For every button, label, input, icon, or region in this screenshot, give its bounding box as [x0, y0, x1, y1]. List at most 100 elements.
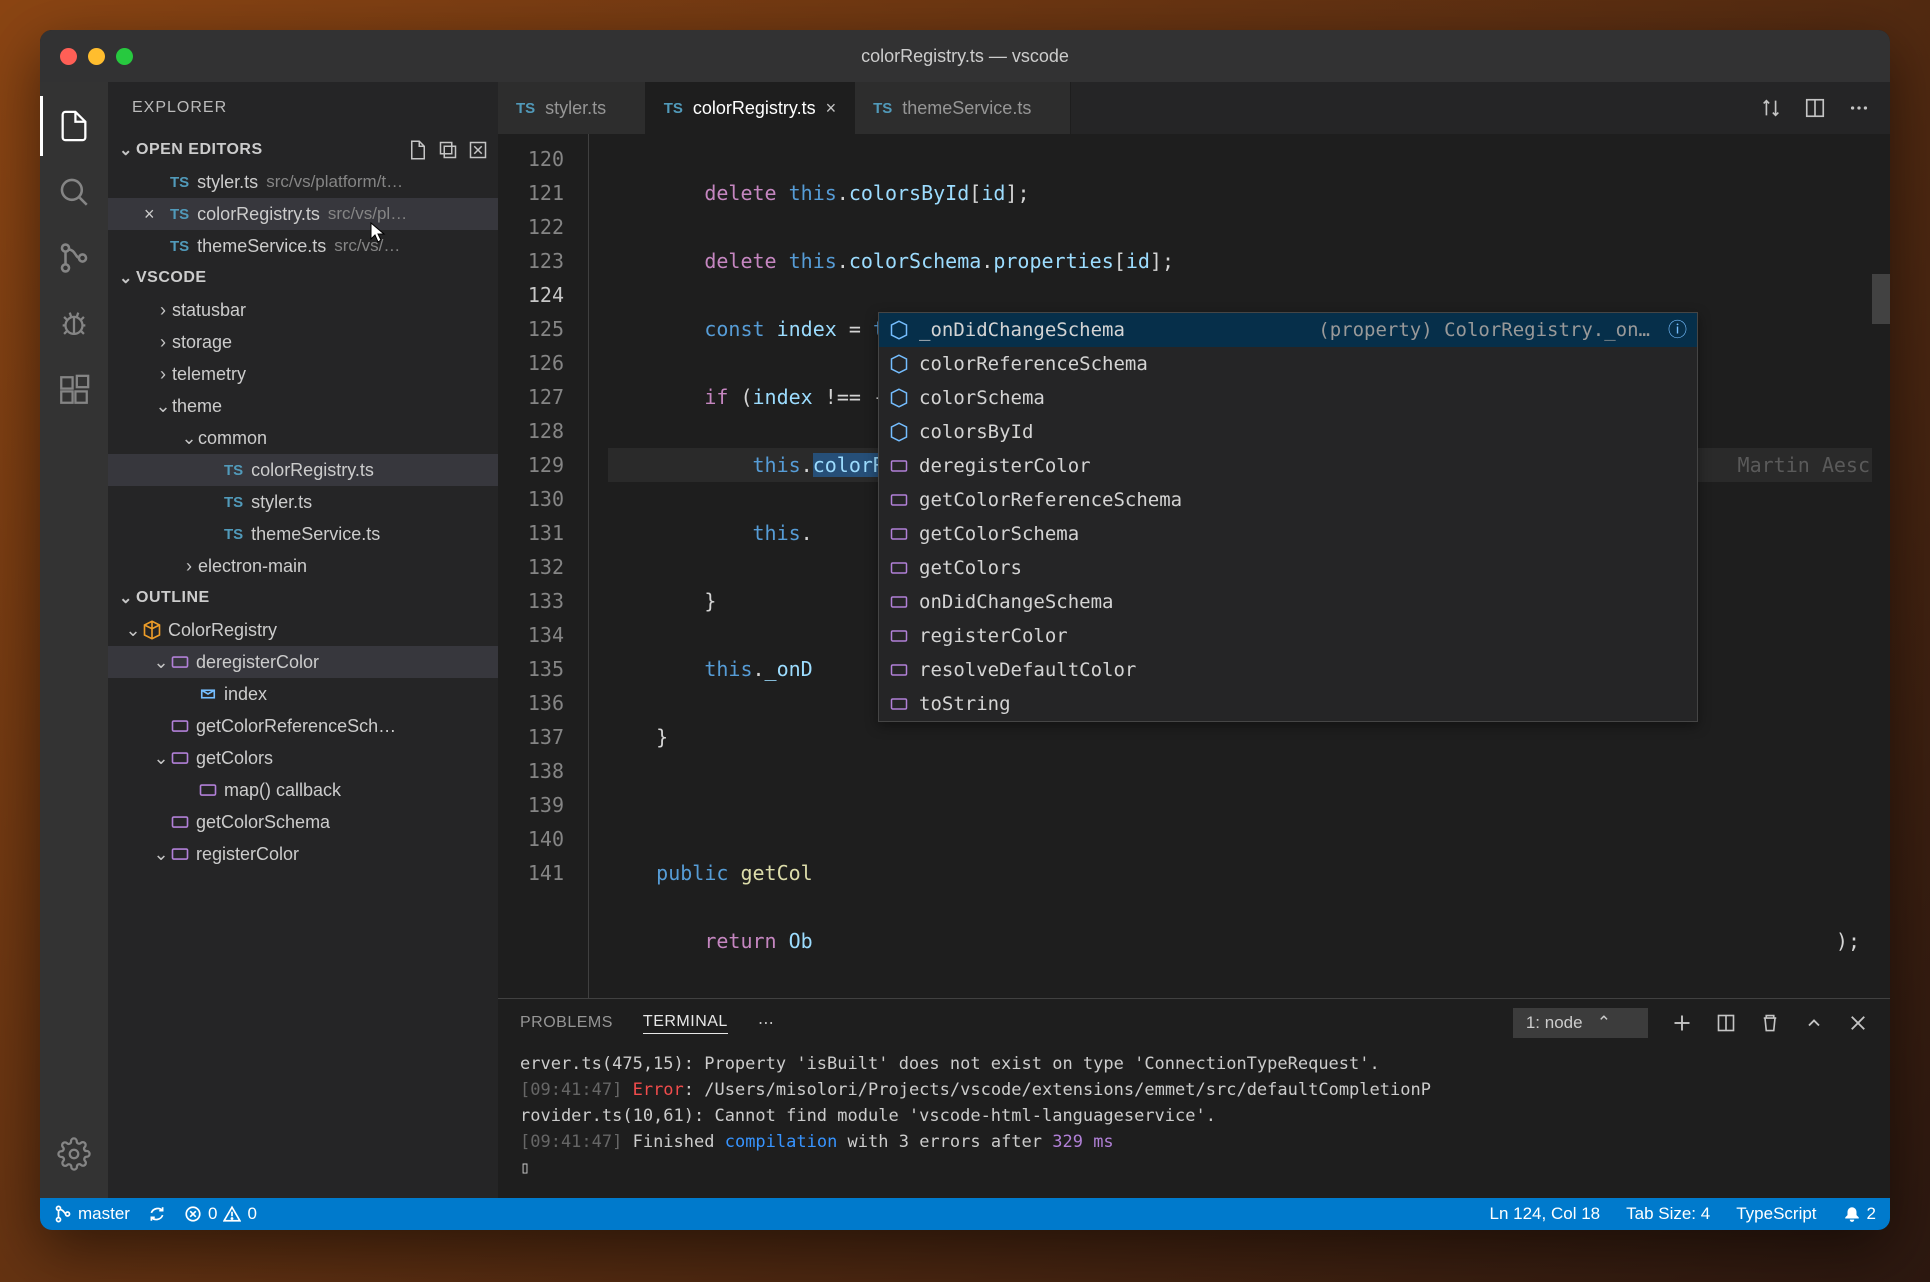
suggestion-item[interactable]: colorsById — [879, 415, 1697, 449]
outline-item[interactable]: getColorReferenceSch… — [108, 710, 498, 742]
folder-item[interactable]: ⌄common — [108, 422, 498, 454]
suggestion-item[interactable]: colorSchema — [879, 381, 1697, 415]
suggestion-item[interactable]: _onDidChangeSchema(property) ColorRegist… — [879, 313, 1697, 347]
suggestion-label: colorReferenceSchema — [919, 347, 1148, 381]
editor-tab[interactable]: TScolorRegistry.ts× — [646, 82, 855, 134]
more-icon[interactable]: ⋯ — [758, 1013, 774, 1033]
close-all-icon[interactable] — [468, 140, 488, 160]
field-icon — [889, 320, 909, 340]
editor-tab[interactable]: TSthemeService.ts× — [855, 82, 1071, 134]
panel-tab-bar: PROBLEMS TERMINAL ⋯ 1: node ⌃ — [498, 999, 1890, 1047]
editor-tab[interactable]: TSstyler.ts× — [498, 82, 646, 134]
problems-status[interactable]: 0 0 — [184, 1204, 257, 1224]
file-item[interactable]: TS colorRegistry.ts — [108, 454, 498, 486]
split-terminal-icon[interactable] — [1716, 1013, 1736, 1033]
suggestion-item[interactable]: registerColor — [879, 619, 1697, 653]
outline-item[interactable]: ⌄deregisterColor — [108, 646, 498, 678]
search-icon — [57, 175, 91, 209]
code-area[interactable]: delete this.colorsById[id]; delete this.… — [588, 134, 1890, 998]
open-editors-header[interactable]: ⌄ OPEN EDITORS — [108, 134, 498, 166]
search-activity[interactable] — [40, 162, 108, 222]
open-editor-item[interactable]: ×TScolorRegistry.tssrc/vs/pl… — [108, 198, 498, 230]
tab-size[interactable]: Tab Size: 4 — [1626, 1204, 1710, 1224]
outline-header[interactable]: ⌄ OUTLINE — [108, 582, 498, 614]
minimize-window-button[interactable] — [88, 48, 105, 65]
window-title: colorRegistry.ts — vscode — [861, 46, 1069, 67]
cursor-position[interactable]: Ln 124, Col 18 — [1490, 1204, 1601, 1224]
suggestion-item[interactable]: getColorSchema — [879, 517, 1697, 551]
tab-bar: TSstyler.ts×TScolorRegistry.ts×TSthemeSe… — [498, 82, 1890, 134]
tree-label: colorRegistry.ts — [251, 460, 374, 481]
folder-item[interactable]: ⌄theme — [108, 390, 498, 422]
file-item[interactable]: TSthemeService.ts — [108, 518, 498, 550]
suggestion-item[interactable]: getColors — [879, 551, 1697, 585]
folder-item[interactable]: ›storage — [108, 326, 498, 358]
save-all-icon[interactable] — [438, 140, 458, 160]
compare-icon[interactable] — [1760, 97, 1782, 119]
new-terminal-icon[interactable] — [1672, 1013, 1692, 1033]
notifications[interactable]: 2 — [1843, 1204, 1876, 1224]
zoom-window-button[interactable] — [116, 48, 133, 65]
app-window: colorRegistry.ts — vscode — [40, 30, 1890, 1230]
outline-item[interactable]: map() callback — [108, 774, 498, 806]
sync-button[interactable] — [148, 1205, 166, 1223]
close-icon[interactable]: × — [144, 204, 162, 225]
suggestion-item[interactable]: onDidChangeSchema — [879, 585, 1697, 619]
language-mode[interactable]: TypeScript — [1736, 1204, 1816, 1224]
scm-branch[interactable]: master — [54, 1204, 130, 1224]
suggestion-item[interactable]: colorReferenceSchema — [879, 347, 1697, 381]
suggestion-item[interactable]: deregisterColor — [879, 449, 1697, 483]
terminal-body[interactable]: erver.ts(475,15): Property 'isBuilt' doe… — [498, 1047, 1890, 1198]
suggestion-label: registerColor — [919, 619, 1068, 653]
new-file-icon[interactable] — [408, 140, 428, 160]
outline-item[interactable]: ⌄getColors — [108, 742, 498, 774]
folder-item[interactable]: ›electron-main — [108, 550, 498, 582]
folder-item[interactable]: ›statusbar — [108, 294, 498, 326]
tab-label: colorRegistry.ts — [693, 98, 816, 119]
minimap-slider[interactable] — [1872, 274, 1890, 324]
open-editor-item[interactable]: TSthemeService.tssrc/vs/… — [108, 230, 498, 262]
suggestion-item[interactable]: resolveDefaultColor — [879, 653, 1697, 687]
chevron-icon: ⌄ — [152, 748, 170, 769]
outline-item[interactable]: getColorSchema — [108, 806, 498, 838]
ts-badge-icon: TS — [224, 494, 243, 511]
extensions-activity[interactable] — [40, 360, 108, 420]
suggestion-item[interactable]: toString — [879, 687, 1697, 721]
outline-item[interactable]: ⌄registerColor — [108, 838, 498, 870]
sync-icon — [148, 1205, 166, 1223]
folder-item[interactable]: ›telemetry — [108, 358, 498, 390]
close-window-button[interactable] — [60, 48, 77, 65]
debug-activity[interactable] — [40, 294, 108, 354]
line-number: 123 — [498, 244, 564, 278]
file-path: src/vs/pl… — [328, 204, 407, 224]
ts-badge-icon: TS — [170, 238, 189, 255]
open-editor-item[interactable]: TSstyler.tssrc/vs/platform/t… — [108, 166, 498, 198]
suggestion-item[interactable]: getColorReferenceSchema — [879, 483, 1697, 517]
explorer-activity[interactable] — [40, 96, 108, 156]
tab-terminal[interactable]: TERMINAL — [643, 1013, 728, 1034]
close-tab-icon[interactable]: × — [826, 98, 837, 119]
settings-activity[interactable] — [40, 1124, 108, 1184]
info-icon[interactable]: ⓘ — [1668, 313, 1687, 347]
suggestion-widget[interactable]: _onDidChangeSchema(property) ColorRegist… — [878, 312, 1698, 722]
outline-item[interactable]: index — [108, 678, 498, 710]
outline-item[interactable]: ⌄ColorRegistry — [108, 614, 498, 646]
titlebar: colorRegistry.ts — vscode — [40, 30, 1890, 82]
branch-icon — [54, 1205, 72, 1223]
file-item[interactable]: TSstyler.ts — [108, 486, 498, 518]
extensions-icon — [57, 373, 91, 407]
kill-terminal-icon[interactable] — [1760, 1013, 1780, 1033]
sidebar: EXPLORER ⌄ OPEN EDITORS TSstyler.tssrc/v… — [108, 82, 498, 1198]
terminal-select[interactable]: 1: node ⌃ — [1513, 1008, 1648, 1038]
ts-badge-icon: TS — [224, 462, 243, 479]
minimap[interactable] — [1872, 134, 1890, 998]
workspace-header[interactable]: ⌄ VSCODE — [108, 262, 498, 294]
maximize-panel-icon[interactable] — [1804, 1013, 1824, 1033]
close-panel-icon[interactable] — [1848, 1013, 1868, 1033]
scm-activity[interactable] — [40, 228, 108, 288]
more-icon[interactable] — [1848, 97, 1870, 119]
code-editor[interactable]: 1201211221231241251261271281291301311321… — [498, 134, 1890, 998]
tab-problems[interactable]: PROBLEMS — [520, 1014, 613, 1032]
split-editor-icon[interactable] — [1804, 97, 1826, 119]
file-name: themeService.ts — [197, 236, 326, 257]
